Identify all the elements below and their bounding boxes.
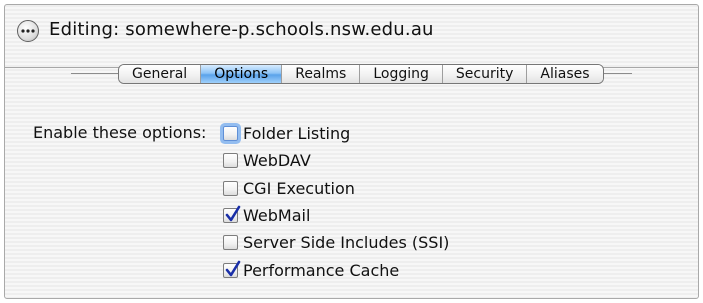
options-label: Enable these options: [33,123,207,142]
cgi-execution-label: CGI Execution [243,178,355,198]
checkmark-icon [225,205,241,221]
cgi-execution-checkbox[interactable] [223,180,238,196]
webdav-checkbox[interactable] [223,152,238,168]
option-cgi-execution[interactable]: CGI Execution [223,177,355,199]
webmail-label: WebMail [243,205,311,225]
webdav-label: WebDAV [243,150,311,170]
folder-listing-checkbox[interactable] [223,125,238,141]
back-ellipsis-icon [21,29,35,33]
performance-cache-checkbox[interactable] [223,260,241,278]
option-webdav[interactable]: WebDAV [223,149,311,171]
ssi-label: Server Side Includes (SSI) [243,232,450,252]
editor-window: Editing: somewhere-p.schools.nsw.edu.au … [4,4,699,299]
ssi-checkbox[interactable] [223,234,238,250]
checkmark-icon [225,260,241,276]
window-title: Editing: somewhere-p.schools.nsw.edu.au [49,19,434,40]
back-button[interactable] [17,20,39,42]
options-panel: Enable these options: Folder Listing Web… [5,67,698,298]
folder-listing-label: Folder Listing [243,123,351,143]
option-performance-cache[interactable]: Performance Cache [223,259,399,281]
performance-cache-label: Performance Cache [243,260,400,280]
option-ssi[interactable]: Server Side Includes (SSI) [223,231,449,253]
webmail-checkbox[interactable] [223,205,241,223]
option-webmail[interactable]: WebMail [223,204,310,226]
window-header: Editing: somewhere-p.schools.nsw.edu.au [5,5,698,68]
option-folder-listing[interactable]: Folder Listing [223,122,350,144]
